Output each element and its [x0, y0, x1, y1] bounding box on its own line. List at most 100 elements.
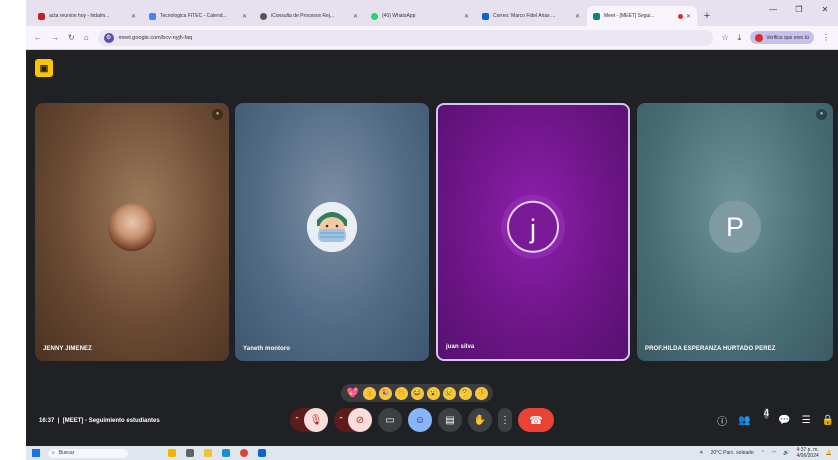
- tab-label: (40) WhatsApp: [382, 13, 416, 19]
- tray-chevron-icon[interactable]: ⌃: [761, 450, 765, 456]
- participant-name: PROF.HILDA ESPERANZA HURTADO PEREZ: [645, 346, 776, 352]
- avatar: [755, 33, 764, 42]
- camera-options-chevron-icon[interactable]: ⌃: [334, 416, 348, 424]
- participant-tile[interactable]: Yaneth montoro: [235, 103, 429, 361]
- people-count-badge: 4: [763, 408, 770, 419]
- maximize-icon[interactable]: ❐: [786, 0, 812, 20]
- host-controls-icon[interactable]: 🔒: [822, 415, 834, 426]
- windows-start-icon[interactable]: [32, 449, 40, 457]
- bookmark-star-icon[interactable]: ☆: [721, 33, 728, 42]
- search-icon: ⌕: [52, 450, 55, 456]
- search-placeholder: Buscar: [58, 450, 75, 456]
- reaction-thumbs-down[interactable]: 👎: [474, 386, 488, 400]
- avatar: P: [709, 200, 761, 253]
- emoji-button[interactable]: ☺: [408, 408, 432, 432]
- avatar: [307, 202, 357, 252]
- chrome-icon[interactable]: [240, 449, 248, 457]
- captions-icon: ▭: [385, 414, 395, 426]
- side-panel-controls: ⓘ 👥4 💬 ☰ 🔒: [706, 408, 834, 428]
- close-icon[interactable]: ✕: [575, 13, 580, 20]
- close-icon[interactable]: ✕: [464, 13, 469, 20]
- whatsapp-icon: [371, 12, 378, 20]
- reaction-sad[interactable]: 😢: [442, 386, 456, 400]
- weather-icon: ☀: [699, 450, 704, 456]
- present-screen-icon: ▤: [445, 414, 455, 426]
- system-tray: ☀ 20°C Parc. soleado ⌃ ◠ 🔊 4:37 p. m. 4/…: [692, 447, 832, 459]
- new-tab-button[interactable]: +: [698, 6, 716, 26]
- camera-off-icon[interactable]: ⊘: [348, 408, 372, 432]
- more-vertical-icon: ⋮: [500, 414, 510, 426]
- hand-icon: ✋: [473, 414, 487, 426]
- toolbar-actions: ☆ ⤓ Verifica que eres tú ⋮: [721, 31, 830, 44]
- reaction-surprised[interactable]: 😮: [426, 386, 440, 400]
- camera-control: ⌃ ⊘: [334, 408, 372, 432]
- reload-icon[interactable]: ↻: [68, 33, 75, 42]
- more-options-button[interactable]: ⋮: [498, 408, 512, 432]
- tab-calendar[interactable]: Tecnologica FITEC - Calend... ✕: [143, 6, 253, 26]
- widgets-icon[interactable]: [168, 449, 176, 457]
- close-icon[interactable]: ✕: [131, 13, 136, 20]
- tab-label: acta reunion hoy - hidalm...: [49, 13, 110, 19]
- close-window-icon[interactable]: ✕: [812, 0, 838, 20]
- participant-tile[interactable]: ● JENNY JIMENEZ: [35, 103, 229, 361]
- activities-icon[interactable]: ☰: [802, 415, 811, 426]
- tab-consulta[interactable]: iConsulta de Procesos Rej... ✕: [254, 6, 364, 26]
- reaction-thumbs-up[interactable]: 👍: [362, 386, 376, 400]
- close-icon[interactable]: ✕: [353, 13, 358, 20]
- close-icon[interactable]: ✕: [242, 13, 247, 20]
- task-view-icon[interactable]: [186, 449, 194, 457]
- notification-icon[interactable]: 🔔: [826, 450, 832, 456]
- file-explorer-icon[interactable]: [204, 449, 212, 457]
- tab-outlook[interactable]: Correo: Marco Fidel Arias ... ✕: [476, 6, 586, 26]
- tab-whatsapp[interactable]: (40) WhatsApp ✕: [365, 6, 475, 26]
- tab-acta[interactable]: acta reunion hoy - hidalm... ✕: [32, 6, 142, 26]
- minimize-icon[interactable]: —: [760, 0, 786, 20]
- profile-label: Verifica que eres tú: [766, 34, 809, 41]
- present-button[interactable]: ▤: [438, 408, 462, 432]
- address-bar[interactable]: ⚙ meet.google.com/bcv-nyjh-faq: [97, 29, 714, 46]
- people-icon[interactable]: 👥4: [738, 408, 770, 426]
- reaction-heart[interactable]: 💖: [347, 387, 360, 400]
- taskbar-search[interactable]: ⌕ Buscar: [48, 448, 128, 458]
- site-info-icon[interactable]: ⚙: [103, 32, 114, 43]
- download-icon[interactable]: ⤓: [738, 33, 742, 43]
- close-icon[interactable]: ✕: [686, 13, 691, 20]
- volume-icon[interactable]: 🔊: [783, 450, 789, 456]
- meet-logo-icon: ▣: [35, 59, 53, 77]
- clock[interactable]: 4:37 p. m. 4/06/2024: [797, 447, 819, 459]
- weather-text[interactable]: 20°C Parc. soleado: [711, 450, 754, 456]
- captions-button[interactable]: ▭: [378, 408, 402, 432]
- outlook-taskbar-icon[interactable]: [258, 449, 266, 457]
- leave-call-button[interactable]: ☎: [518, 408, 554, 432]
- edge-icon[interactable]: [222, 449, 230, 457]
- browser-toolbar: ← → ↻ ⌂ ⚙ meet.google.com/bcv-nyjh-faq ☆…: [26, 26, 838, 50]
- home-icon[interactable]: ⌂: [84, 33, 89, 42]
- emoji-icon: ☺: [414, 414, 426, 426]
- outlook-icon: [482, 12, 489, 20]
- reaction-party[interactable]: 🎉: [378, 386, 392, 400]
- masked-person-icon: [307, 202, 357, 252]
- mic-options-chevron-icon[interactable]: ⌃: [290, 416, 304, 424]
- wifi-icon[interactable]: ◠: [772, 450, 776, 456]
- browser-window: acta reunion hoy - hidalm... ✕ Tecnologi…: [26, 0, 838, 460]
- mic-off-icon[interactable]: 🎙: [304, 408, 328, 432]
- tab-meet[interactable]: Meet - [MEET] Segui... ✕: [587, 6, 697, 26]
- reaction-thinking[interactable]: 🤔: [458, 386, 472, 400]
- tab-strip: acta reunion hoy - hidalm... ✕ Tecnologi…: [26, 0, 838, 26]
- info-icon[interactable]: ⓘ: [717, 413, 727, 428]
- reaction-clap[interactable]: 👏: [394, 386, 408, 400]
- meet-stage: ▣ ● JENNY JIMENEZ Yaneth montoro j juan …: [26, 51, 838, 446]
- profile-button[interactable]: Verifica que eres tú: [750, 31, 814, 44]
- menu-icon[interactable]: ⋮: [822, 33, 830, 42]
- participant-tile-speaking[interactable]: j juan silva: [436, 103, 630, 361]
- chat-icon[interactable]: 💬: [778, 415, 790, 426]
- raise-hand-button[interactable]: ✋: [468, 408, 492, 432]
- meeting-time: 16:37: [39, 418, 55, 424]
- back-icon[interactable]: ←: [34, 33, 42, 42]
- participant-tile[interactable]: ● P PROF.HILDA ESPERANZA HURTADO PEREZ: [637, 103, 833, 361]
- forward-icon[interactable]: →: [51, 33, 59, 42]
- clock-date: 4/06/2024: [796, 453, 819, 459]
- reaction-laugh[interactable]: 😂: [410, 386, 424, 400]
- globe-icon: [260, 12, 267, 20]
- avatar: j: [507, 200, 559, 253]
